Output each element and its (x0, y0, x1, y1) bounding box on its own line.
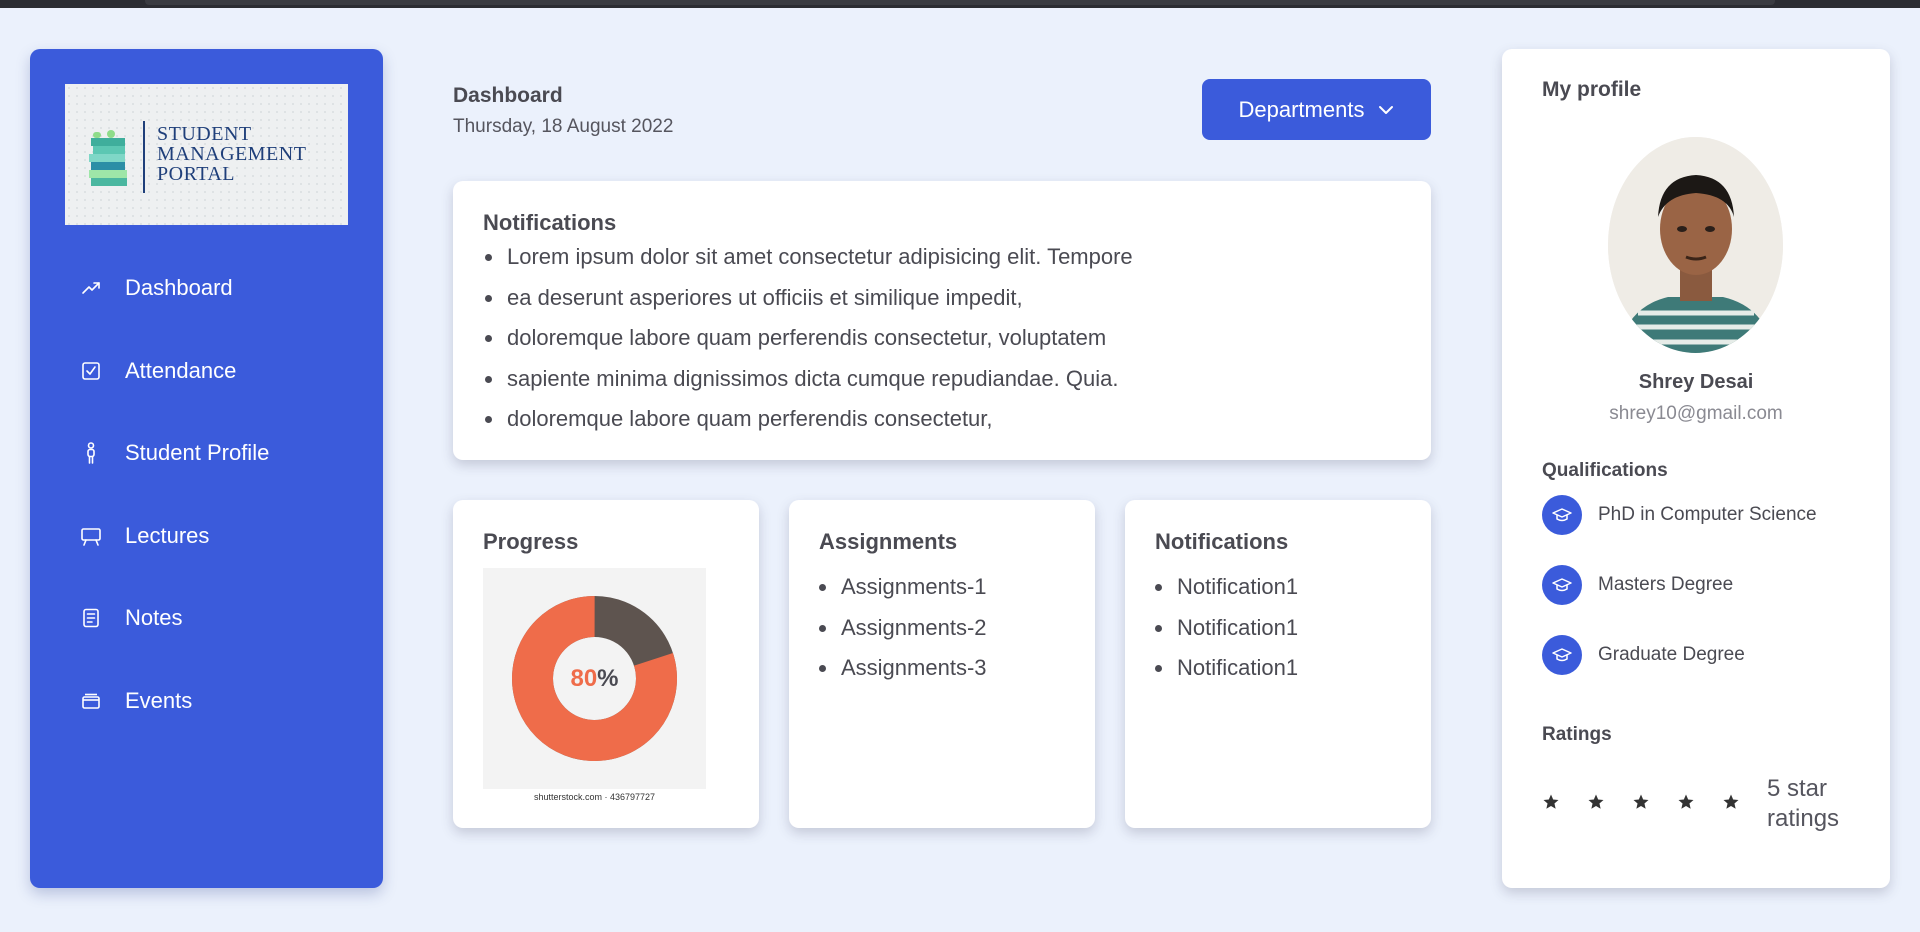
progress-title: Progress (483, 529, 579, 554)
ratings-label: Ratings (1542, 724, 1612, 745)
list-item[interactable]: Assignments-1 (839, 567, 987, 608)
star-icon (1587, 793, 1632, 811)
notifications-small-title: Notifications (1155, 529, 1289, 554)
sidebar-item-label: Student Profile (125, 440, 270, 465)
assignments-list: Assignments-1 Assignments-2 Assignments-… (839, 567, 987, 689)
list-item: sapiente minima dignissimos dicta cumque… (505, 359, 1133, 400)
graduation-cap-icon (1542, 565, 1582, 605)
note-icon (80, 607, 102, 629)
departments-dropdown-button[interactable]: Departments (1202, 79, 1431, 140)
star-icon (1722, 793, 1767, 811)
progress-card: Progress 80% shutterstock.com · 43679772… (453, 500, 759, 828)
sidebar-item-dashboard[interactable]: Dashboard (80, 268, 360, 308)
sidebar-item-attendance[interactable]: Attendance (80, 351, 360, 391)
profile-name: Shrey Desai (1638, 371, 1754, 393)
sidebar: STUDENT MANAGEMENT PORTAL Dashboard Atte… (30, 49, 383, 888)
rating-text: 5 star ratings (1767, 775, 1840, 832)
list-item[interactable]: Assignments-3 (839, 648, 987, 689)
profile-email: shrey10@gmail.com (1609, 403, 1783, 424)
sidebar-item-label: Events (125, 688, 193, 713)
sidebar-item-label: Lectures (125, 523, 210, 548)
page-date: Thursday, 18 August 2022 (453, 116, 674, 137)
departments-label: Departments (1238, 96, 1365, 122)
person-icon (80, 442, 102, 464)
star-icon (1542, 793, 1587, 811)
star-icon (1677, 793, 1722, 811)
profile-title: My profile (1542, 78, 1642, 101)
sidebar-item-label: Notes (125, 605, 183, 630)
chevron-down-icon (1378, 105, 1394, 115)
logo-text-line1: STUDENT (157, 123, 252, 145)
star-rating (1542, 793, 1767, 811)
presentation-board-icon (80, 525, 102, 547)
progress-percentage: 80% (483, 568, 706, 789)
notifications-list: Lorem ipsum dolor sit amet consectetur a… (505, 237, 1133, 440)
qualification-item: Masters Degree (1542, 565, 1733, 605)
list-item: doloremque labore quam perferendis conse… (505, 399, 1133, 440)
graduation-cap-icon (1542, 635, 1582, 675)
qualification-label: PhD in Computer Science (1598, 504, 1817, 525)
list-item: ea deserunt asperiores ut officiis et si… (505, 278, 1133, 319)
sidebar-item-label: Dashboard (125, 275, 233, 300)
avatar[interactable] (1608, 137, 1783, 353)
list-item[interactable]: Notification1 (1175, 608, 1298, 649)
progress-number: 80 (570, 664, 598, 692)
star-icon (1632, 793, 1677, 811)
trending-up-icon (80, 277, 102, 299)
sidebar-item-label: Attendance (125, 358, 237, 383)
list-item[interactable]: Notification1 (1175, 567, 1298, 608)
avatar-image (1608, 137, 1783, 353)
sidebar-item-student-profile[interactable]: Student Profile (80, 433, 360, 473)
checkbox-icon (80, 360, 102, 382)
list-item: doloremque labore quam perferendis conse… (505, 318, 1133, 359)
notifications-title: Notifications (483, 210, 617, 235)
sidebar-item-notes[interactable]: Notes (80, 598, 360, 638)
notifications-small-card: Notifications Notification1 Notification… (1125, 500, 1431, 828)
image-caption: shutterstock.com · 436797727 (533, 792, 656, 802)
sidebar-item-lectures[interactable]: Lectures (80, 516, 360, 556)
portal-logo[interactable]: STUDENT MANAGEMENT PORTAL (65, 84, 348, 225)
qualification-item: Graduate Degree (1542, 635, 1745, 675)
list-item[interactable]: Notification1 (1175, 648, 1298, 689)
qualification-item: PhD in Computer Science (1542, 495, 1817, 535)
progress-donut-chart: 80% (483, 568, 706, 789)
browser-top-bar-inner (145, 0, 1775, 5)
folder-icon (80, 690, 102, 712)
logo-text-line3: PORTAL (157, 163, 235, 185)
logo-text-line2: MANAGEMENT (157, 143, 307, 165)
notifications-card: Notifications Lorem ipsum dolor sit amet… (453, 181, 1431, 460)
list-item: Lorem ipsum dolor sit amet consectetur a… (505, 237, 1133, 278)
page-title: Dashboard (453, 84, 563, 107)
progress-percent-symbol: % (597, 664, 619, 692)
profile-panel: My profile Shrey Desai shrey10@gmail.com… (1502, 49, 1890, 888)
notifications-small-list: Notification1 Notification1 Notification… (1175, 567, 1298, 689)
logo-text: STUDENT MANAGEMENT PORTAL (157, 124, 337, 184)
books-logo-icon (89, 130, 127, 186)
assignments-title: Assignments (819, 529, 958, 554)
sidebar-item-events[interactable]: Events (80, 681, 360, 721)
qualification-label: Masters Degree (1598, 574, 1734, 595)
qualifications-label: Qualifications (1542, 460, 1668, 481)
browser-top-bar (0, 0, 1920, 8)
qualification-label: Graduate Degree (1598, 644, 1745, 665)
list-item[interactable]: Assignments-2 (839, 608, 987, 649)
logo-divider (143, 121, 145, 193)
graduation-cap-icon (1542, 495, 1582, 535)
assignments-card: Assignments Assignments-1 Assignments-2 … (789, 500, 1095, 828)
